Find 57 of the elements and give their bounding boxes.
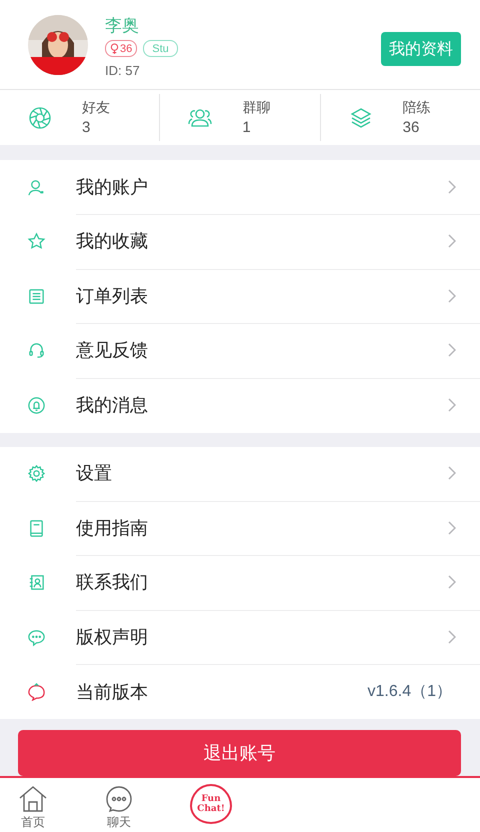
menu-row[interactable]: 使用指南 (0, 501, 480, 556)
headset-icon (26, 341, 46, 360)
menu-label: 联系我们 (76, 571, 148, 594)
chat-bubble-icon (104, 784, 134, 814)
menu-label: 我的消息 (76, 394, 148, 418)
tab-item[interactable]: 首页 (18, 778, 48, 832)
menu-label: 使用指南 (76, 516, 148, 540)
menu-row[interactable]: 我的收藏 (0, 214, 480, 269)
menu-row[interactable]: 我的账户 (0, 160, 480, 214)
chevron-icon (448, 398, 456, 412)
user-id: ID: 57 (105, 63, 141, 78)
menu-row[interactable]: 版权声明 (0, 610, 480, 664)
menu-label: 版权声明 (76, 626, 148, 649)
menu-row[interactable]: 订单列表 (0, 269, 480, 324)
menu-label: 我的账户 (76, 176, 148, 199)
settings-icon (26, 464, 46, 484)
stat-label: 陪练 (402, 98, 431, 118)
stat-count: 36 (402, 118, 420, 138)
logout-button[interactable]: 退出账号 (18, 730, 461, 776)
stat-count: 1 (242, 118, 252, 138)
menu-label: 设置 (76, 462, 112, 486)
aperture-icon[interactable] (28, 106, 52, 130)
speech-bubble-icon (26, 628, 46, 647)
tab-item[interactable]: 聊天 (104, 778, 134, 832)
menu-label: 订单列表 (76, 284, 148, 308)
home-icon (18, 784, 48, 814)
user-name: 李奥 (105, 16, 140, 36)
tomato-logo-icon (26, 682, 46, 702)
menu-label: 我的收藏 (76, 230, 148, 254)
version-number: v1.6.4（1） (368, 682, 452, 702)
menu-row[interactable]: 联系我们 (0, 556, 480, 610)
role-tag: Stu (143, 40, 178, 57)
chevron-icon (448, 630, 456, 644)
layers-icon[interactable] (348, 106, 373, 130)
stat-label: 群聊 (242, 98, 270, 118)
menu-row[interactable]: 意见反馈 (0, 324, 480, 378)
bell-icon (26, 396, 46, 415)
fun-chat-logo[interactable]: Fun Chat! (190, 784, 232, 824)
person-icon (26, 178, 46, 197)
menu-row[interactable]: 当前版本 v1.6.4（1） (0, 664, 480, 719)
chevron-icon (448, 575, 456, 590)
level-number: 36 (120, 42, 132, 54)
chevron-icon (448, 343, 456, 358)
chevron-icon (448, 288, 456, 303)
menu-row[interactable]: 我的消息 (0, 378, 480, 432)
stat-count: 3 (82, 118, 92, 138)
menu-label: 意见反馈 (76, 339, 148, 362)
menu-row[interactable]: 设置 (0, 446, 480, 501)
female-icon (110, 43, 119, 54)
chevron-icon (448, 520, 456, 535)
chevron-icon (448, 466, 456, 480)
menu-label: 当前版本 (76, 680, 148, 704)
star-icon (26, 232, 46, 252)
list-icon (26, 286, 46, 306)
stat-label: 好友 (82, 98, 110, 118)
chevron-icon (448, 234, 456, 248)
chevron-icon (448, 180, 456, 194)
